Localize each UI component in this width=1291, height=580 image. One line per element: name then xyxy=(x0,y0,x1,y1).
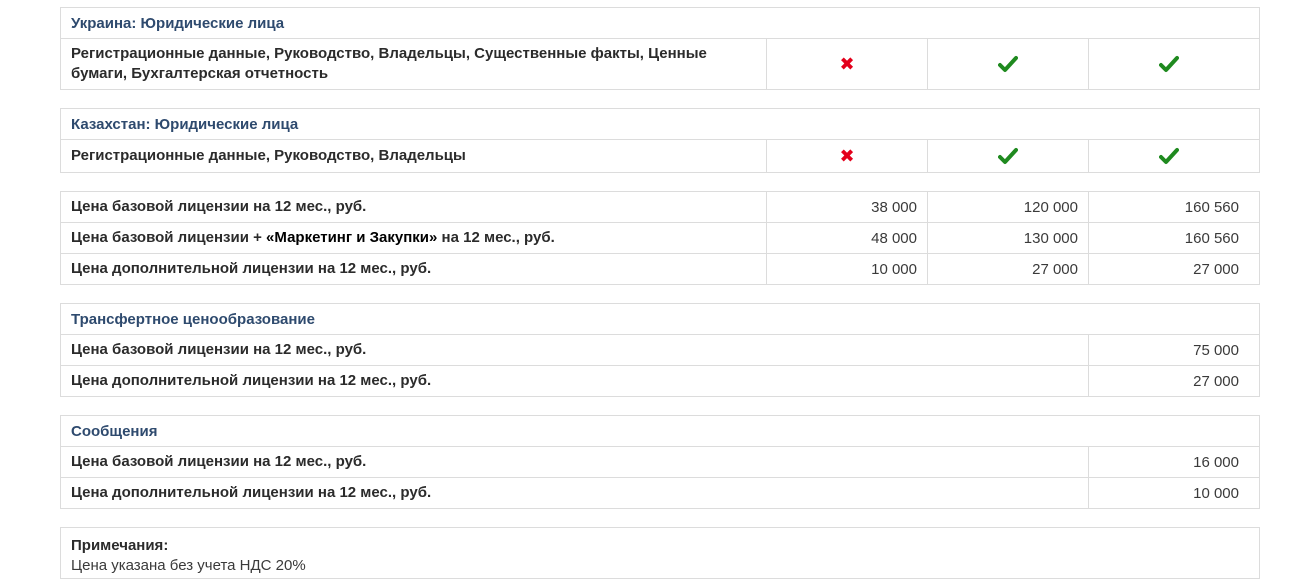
price-value: 10 000 xyxy=(766,254,927,284)
row-label-start: Цена базовой лицензии + xyxy=(71,229,262,246)
table-row: Цена базовой лицензии на 12 мес., руб. 1… xyxy=(61,446,1259,477)
section-title: Украина: Юридические лица xyxy=(71,14,285,32)
table-row: Регистрационные данные, Руководство, Вла… xyxy=(61,139,1259,172)
row-label: Цена дополнительной лицензии на 12 мес.,… xyxy=(71,260,432,277)
price-value: 27 000 xyxy=(1088,254,1249,284)
section-title: Сообщения xyxy=(71,422,158,440)
table-row: Цена базовой лицензии на 12 мес., руб. 3… xyxy=(61,192,1259,222)
row-label: Цена базовой лицензии + «Маркетинг и Зак… xyxy=(61,223,766,253)
table-row: Цена базовой лицензии + «Маркетинг и Зак… xyxy=(61,222,1259,253)
check-icon xyxy=(1088,39,1249,89)
row-label: Цена базовой лицензии на 12 мес., руб. xyxy=(71,453,367,470)
row-label: Регистрационные данные, Руководство, Вла… xyxy=(71,45,707,82)
table-row: Регистрационные данные, Руководство, Вла… xyxy=(61,38,1259,89)
section-kazakhstan: Казахстан: Юридические лица Регистрацион… xyxy=(60,108,1260,173)
section-prices: Цена базовой лицензии на 12 мес., руб. 3… xyxy=(60,191,1260,285)
price-value: 120 000 xyxy=(927,192,1088,222)
section-transfer-pricing: Трансфертное ценообразование Цена базово… xyxy=(60,303,1260,397)
notes-text: Цена указана без учета НДС 20% xyxy=(71,557,306,574)
table-row: Цена дополнительной лицензии на 12 мес.,… xyxy=(61,253,1259,284)
notes-title: Примечания: xyxy=(71,537,169,554)
row-label: Цена дополнительной лицензии на 12 мес.,… xyxy=(71,372,432,389)
section-ukraine: Украина: Юридические лица Регистрационны… xyxy=(60,7,1260,90)
price-value: 130 000 xyxy=(927,223,1088,253)
table-row: Цена базовой лицензии на 12 мес., руб. 7… xyxy=(61,334,1259,365)
price-value: 48 000 xyxy=(766,223,927,253)
row-label: Регистрационные данные, Руководство, Вла… xyxy=(71,147,466,164)
cross-icon: ✖ xyxy=(766,39,927,89)
section-messages: Сообщения Цена базовой лицензии на 12 ме… xyxy=(60,415,1260,509)
price-value: 27 000 xyxy=(1088,366,1249,396)
check-icon xyxy=(1088,140,1249,172)
price-value: 10 000 xyxy=(1088,478,1249,508)
price-value: 160 560 xyxy=(1088,192,1249,222)
table-row: Цена дополнительной лицензии на 12 мес.,… xyxy=(61,477,1259,508)
row-label: Цена дополнительной лицензии на 12 мес.,… xyxy=(71,484,432,501)
cross-icon: ✖ xyxy=(766,140,927,172)
price-value: 16 000 xyxy=(1088,447,1249,477)
price-value: 38 000 xyxy=(766,192,927,222)
row-label-highlight: «Маркетинг и Закупки» xyxy=(266,229,438,246)
section-title: Трансфертное ценообразование xyxy=(71,310,315,328)
pricing-table: Украина: Юридические лица Регистрационны… xyxy=(60,7,1260,579)
section-title: Казахстан: Юридические лица xyxy=(71,115,299,133)
row-label: Цена базовой лицензии на 12 мес., руб. xyxy=(71,198,367,215)
price-value: 75 000 xyxy=(1088,335,1249,365)
check-icon xyxy=(927,140,1088,172)
table-row: Цена дополнительной лицензии на 12 мес.,… xyxy=(61,365,1259,396)
section-notes: Примечания: Цена указана без учета НДС 2… xyxy=(60,527,1260,579)
price-value: 160 560 xyxy=(1088,223,1249,253)
row-label-end: на 12 мес., руб. xyxy=(441,229,555,246)
price-value: 27 000 xyxy=(927,254,1088,284)
row-label: Цена базовой лицензии на 12 мес., руб. xyxy=(71,341,367,358)
check-icon xyxy=(927,39,1088,89)
